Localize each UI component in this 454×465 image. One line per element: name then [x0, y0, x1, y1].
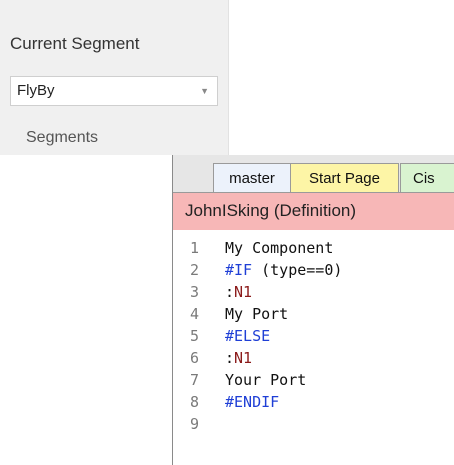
label-prefix: : [225, 349, 235, 367]
label-prefix: : [225, 283, 235, 301]
code-text: #ENDIF [225, 391, 279, 413]
directive-keyword: #IF [225, 261, 253, 279]
code-area[interactable]: 1 My Component 2 #IF (type==0) 3 :N1 4 M… [173, 237, 454, 435]
code-text: :N1 [225, 347, 252, 369]
code-line: 8 #ENDIF [173, 391, 454, 413]
tab-master[interactable]: master [213, 163, 291, 192]
directive-keyword: #ENDIF [225, 393, 280, 411]
segment-panel: Current Segment FlyBy ▼ Segments [0, 0, 229, 155]
code-text: #ELSE [225, 325, 270, 347]
line-number: 1 [190, 239, 200, 257]
editor-tab-strip: master Start Page Cis [173, 155, 454, 192]
line-number: 8 [190, 393, 200, 411]
code-text: #IF (type==0) [225, 259, 342, 281]
code-editor: master Start Page Cis JohnISking (Defini… [172, 155, 454, 465]
code-line: 4 My Port [173, 303, 454, 325]
line-number: 6 [190, 349, 200, 367]
line-number: 5 [190, 327, 200, 345]
definition-title: JohnISking (Definition) [185, 201, 357, 220]
tab-start-page[interactable]: Start Page [290, 163, 399, 192]
definition-header: JohnISking (Definition) [173, 192, 454, 230]
line-number: 9 [190, 415, 200, 433]
code-text: Your Port [225, 371, 307, 389]
code-line: 2 #IF (type==0) [173, 259, 454, 281]
line-number: 3 [190, 283, 200, 301]
current-segment-title: Current Segment [10, 34, 140, 53]
segment-dropdown-value: FlyBy [17, 82, 55, 99]
code-text: :N1 [225, 281, 252, 303]
tab-cis[interactable]: Cis [400, 163, 454, 192]
segments-heading: Segments [26, 129, 99, 146]
label-name: N1 [234, 349, 253, 367]
directive-keyword: #ELSE [225, 327, 271, 345]
line-number: 2 [190, 261, 200, 279]
code-text: My Port [225, 305, 289, 323]
code-line: 3 :N1 [173, 281, 454, 303]
directive-argument: (type==0) [252, 261, 343, 279]
code-line: 5 #ELSE [173, 325, 454, 347]
segment-dropdown[interactable]: FlyBy ▼ [10, 76, 218, 106]
code-line: 7 Your Port [173, 369, 454, 391]
chevron-down-icon[interactable]: ▼ [200, 86, 209, 96]
code-line: 1 My Component [173, 237, 454, 259]
code-text: My Component [225, 239, 334, 257]
label-name: N1 [234, 283, 253, 301]
code-line: 9 [173, 413, 454, 435]
code-line: 6 :N1 [173, 347, 454, 369]
line-number: 7 [190, 371, 200, 389]
line-number: 4 [190, 305, 200, 323]
